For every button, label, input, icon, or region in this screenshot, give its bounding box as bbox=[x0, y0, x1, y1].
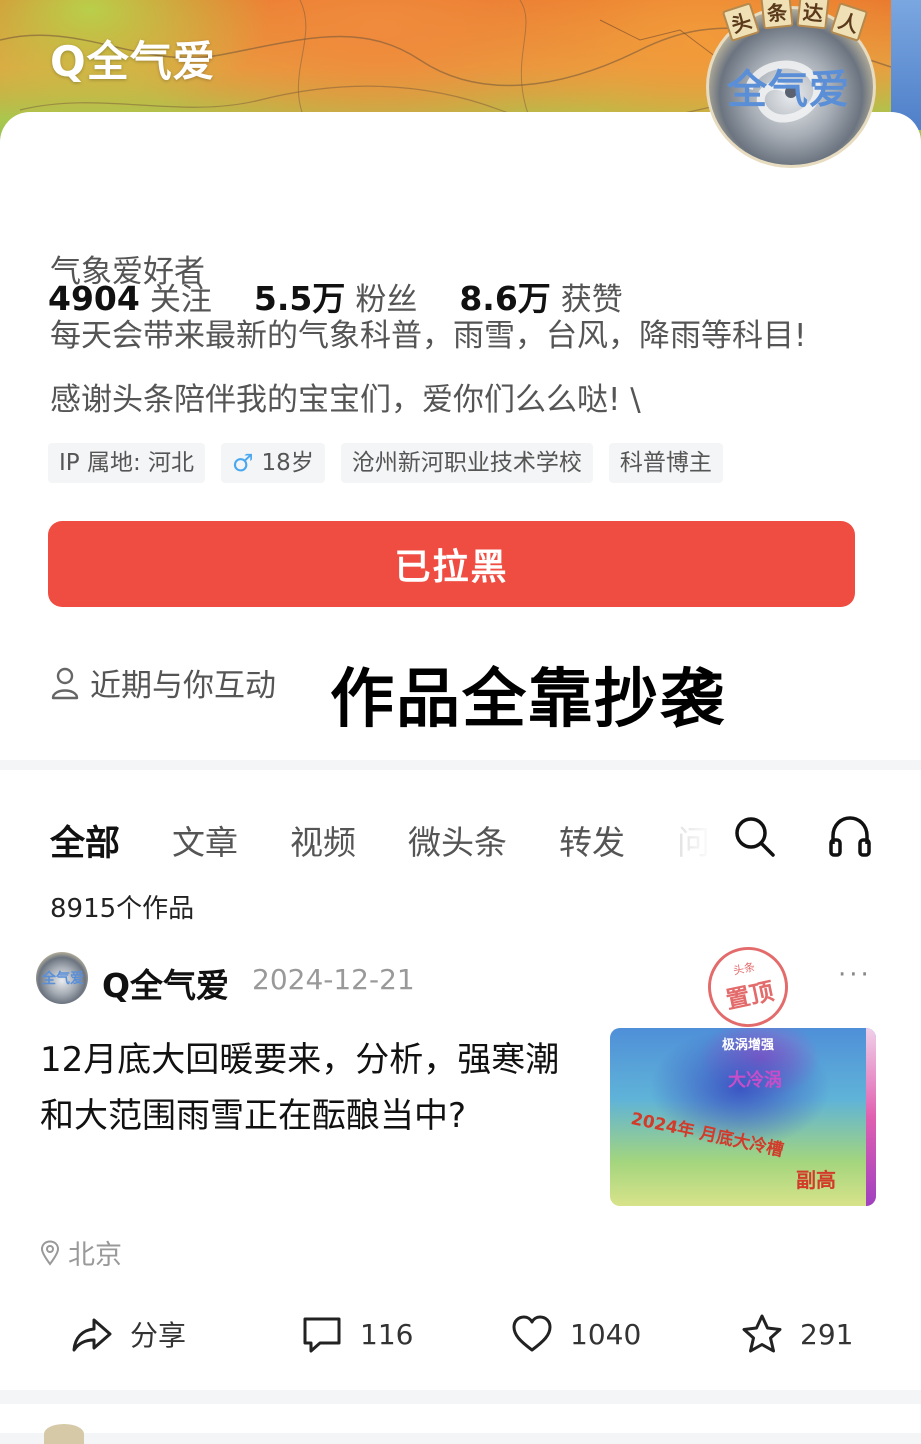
location-pin-icon bbox=[40, 1239, 60, 1266]
person-icon bbox=[51, 667, 79, 699]
post-avatar-text: 全气爱 bbox=[42, 971, 84, 987]
thumb-label-4: 副高 bbox=[796, 1168, 836, 1192]
tag-age-label: 18岁 bbox=[261, 450, 314, 476]
tab-all[interactable]: 全部 bbox=[50, 815, 120, 866]
tag-school[interactable]: 沧州新河职业技术学校 bbox=[340, 443, 593, 483]
next-post-avatar bbox=[44, 1424, 84, 1444]
tag-role: 科普博主 bbox=[608, 443, 723, 483]
pinned-stamp: 头条 置顶 bbox=[700, 939, 796, 1035]
post-actions: 分享 116 1040 291 bbox=[0, 1310, 921, 1358]
tabs-fade-overlay bbox=[650, 810, 740, 870]
headphone-icon[interactable] bbox=[828, 814, 872, 858]
overlay-caption: 作品全靠抄袭 bbox=[330, 663, 726, 737]
badge-char-3: 达 bbox=[796, 0, 830, 30]
bio-line-2: 感谢头条陪伴我的宝宝们，爱你们么么哒! \ bbox=[50, 382, 641, 418]
like-count: 1040 bbox=[570, 1317, 642, 1351]
like-button[interactable]: 1040 bbox=[510, 1310, 641, 1358]
share-button[interactable]: 分享 bbox=[70, 1310, 186, 1358]
post-date: 2024-12-21 bbox=[252, 963, 415, 996]
post-location: 北京 bbox=[40, 1233, 122, 1272]
thumb-label-2: 大冷涡 bbox=[728, 1070, 782, 1091]
favorite-button[interactable]: 291 bbox=[740, 1310, 853, 1358]
bio-line-1: 每天会带来最新的气象科普，雨雪，台风，降雨等科目! bbox=[50, 318, 807, 354]
avatar-text: 全气爱 bbox=[727, 67, 850, 113]
share-icon bbox=[72, 1318, 112, 1352]
gender-male-icon: ♂ bbox=[232, 449, 254, 477]
next-post-peek bbox=[0, 1404, 921, 1444]
comment-count: 116 bbox=[360, 1317, 414, 1351]
tab-micro-posts[interactable]: 微头条 bbox=[408, 816, 507, 864]
creator-badge: 头 条 达 人 bbox=[721, 0, 874, 42]
blocked-button[interactable]: 已拉黑 bbox=[48, 521, 855, 607]
post-location-label: 北京 bbox=[68, 1240, 122, 1271]
profile-tags: IP 属地: 河北 ♂ 18岁 沧州新河职业技术学校 科普博主 bbox=[48, 443, 739, 483]
tag-age: ♂ 18岁 bbox=[221, 443, 325, 483]
post-thumbnail[interactable]: 极涡增强 大冷涡 2024年 月底大冷槽 副高 bbox=[610, 1028, 876, 1206]
post-separator bbox=[0, 1390, 921, 1404]
tab-reposts[interactable]: 转发 bbox=[559, 816, 625, 864]
badge-char-4: 人 bbox=[829, 2, 869, 42]
tab-articles[interactable]: 文章 bbox=[172, 816, 238, 864]
post-title[interactable]: 12月底大回暖要来，分析，强寒潮和大范围雨雪正在酝酿当中? bbox=[40, 1032, 580, 1144]
thumb-label-1: 极涡增强 bbox=[722, 1038, 775, 1053]
bio-title: 气象爱好者 bbox=[50, 254, 205, 290]
post-author-avatar[interactable]: 全气爱 bbox=[36, 952, 88, 1004]
header-username: Q全气爱 bbox=[50, 37, 216, 86]
heart-icon bbox=[512, 1315, 552, 1352]
post-author-name[interactable]: Q全气爱 bbox=[102, 959, 229, 1007]
share-label: 分享 bbox=[130, 1319, 187, 1352]
works-section: 全部 文章 视频 微头条 转发 问 8915个作品 全气爱 Q全气爱 2024-… bbox=[0, 770, 921, 1390]
more-options-icon[interactable]: ··· bbox=[838, 960, 872, 990]
cover-edge-strip bbox=[891, 0, 921, 130]
favorite-count: 291 bbox=[800, 1317, 854, 1351]
comment-icon bbox=[303, 1317, 341, 1353]
works-count: 8915个作品 bbox=[50, 894, 195, 924]
star-icon bbox=[742, 1314, 782, 1353]
badge-char-1: 头 bbox=[721, 2, 761, 42]
recent-interaction-label: 近期与你互动 bbox=[90, 668, 276, 704]
thumb-label-3: 2024年 月底大冷槽 bbox=[629, 1109, 786, 1161]
comment-button[interactable]: 116 bbox=[300, 1310, 413, 1358]
tag-ip-location: IP 属地: 河北 bbox=[48, 443, 206, 483]
search-icon[interactable] bbox=[732, 814, 776, 858]
badge-char-2: 条 bbox=[760, 0, 794, 30]
tab-videos[interactable]: 视频 bbox=[290, 816, 356, 864]
thumb-legend-strip bbox=[866, 1028, 876, 1206]
recent-interaction[interactable]: 近期与你互动 bbox=[50, 660, 276, 705]
profile-card: 4904 关注 5.5万 粉丝 8.6万 获赞 气象爱好者 每天会带来最新的气象… bbox=[0, 112, 921, 760]
